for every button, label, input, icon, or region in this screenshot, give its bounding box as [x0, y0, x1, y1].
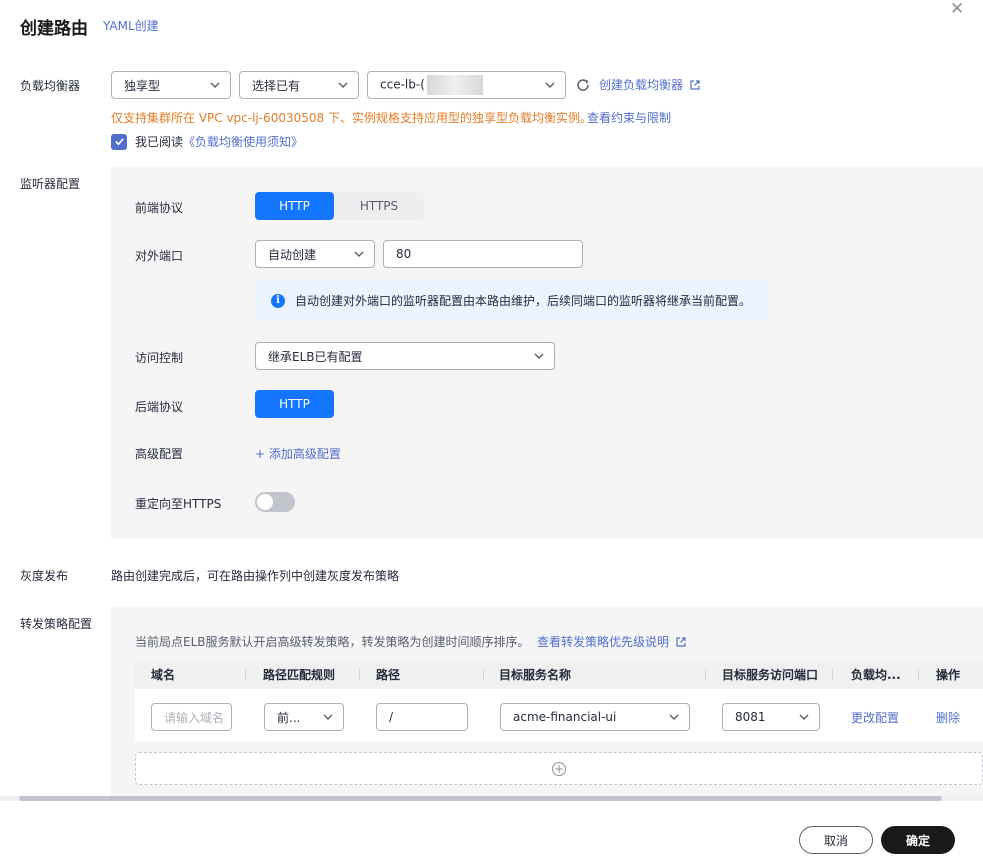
advanced-config-label: 高级配置 [135, 447, 184, 461]
redirect-https-toggle[interactable] [255, 492, 295, 512]
col-lb: 负载均... [851, 668, 901, 682]
frontend-protocol-toggle: HTTP HTTPS [255, 192, 424, 220]
lb-usage-notice-link[interactable]: 《负载均衡使用须知》 [183, 133, 303, 150]
add-advanced-config-link[interactable]: + 添加高级配置 [255, 445, 341, 462]
forwarding-note: 当前局点ELB服务默认开启高级转发策略，转发策略为创建时间顺序排序。 [135, 635, 530, 649]
add-rule-button[interactable]: + [135, 752, 983, 785]
change-config-link[interactable]: 更改配置 [851, 709, 899, 726]
chevron-down-icon [321, 710, 335, 724]
col-service: 目标服务名称 [499, 668, 572, 682]
col-port: 目标服务访问端口 [722, 668, 819, 682]
access-control-value: 继承ELB已有配置 [268, 349, 363, 364]
listener-config-label: 监听器配置 [20, 177, 81, 191]
agree-row: 我已阅读 《负载均衡使用须知》 [111, 133, 303, 150]
col-match-rule: 路径匹配规则 [263, 668, 336, 682]
service-port-value: 8081 [735, 710, 766, 724]
lb-mode-select[interactable]: 选择已有 [239, 71, 359, 99]
priority-link[interactable]: 查看转发策略优先级说明 [537, 633, 687, 651]
access-control-select[interactable]: 继承ELB已有配置 [255, 342, 555, 370]
agree-checkbox[interactable] [111, 133, 127, 150]
page-title: 创建路由 [20, 19, 88, 39]
close-icon[interactable]: ✕ [950, 0, 964, 18]
chevron-down-icon [667, 710, 681, 724]
col-divider [483, 669, 484, 681]
port-mode-select[interactable]: 自动创建 [255, 240, 375, 268]
protocol-https-option[interactable]: HTTPS [334, 192, 424, 220]
port-mode-value: 自动创建 [268, 247, 317, 262]
frontend-protocol-label: 前端协议 [135, 201, 184, 215]
chevron-down-icon [352, 247, 366, 261]
port-info-text: 自动创建对外端口的监听器配置由本路由维护，后续同端口的监听器将继承当前配置。 [295, 294, 752, 308]
domain-input[interactable]: 请输入域名 [151, 703, 232, 731]
port-info-box: i 自动创建对外端口的监听器配置由本路由维护，后续同端口的监听器将继承当前配置。 [255, 280, 769, 321]
col-divider [245, 669, 246, 681]
col-domain: 域名 [151, 668, 176, 682]
port-input[interactable]: 80 [383, 240, 583, 268]
lb-instance-select[interactable]: cce-lb-( [367, 71, 566, 99]
external-link-icon [689, 79, 701, 94]
col-divider [918, 669, 919, 681]
external-port-label: 对外端口 [135, 249, 184, 263]
chevron-down-icon [543, 78, 557, 92]
yaml-create-link[interactable]: YAML创建 [103, 17, 159, 34]
cancel-button[interactable]: 取消 [799, 826, 873, 854]
access-control-label: 访问控制 [135, 351, 184, 365]
match-rule-value: 前... [277, 710, 301, 725]
service-value: acme-financial-ui [513, 710, 617, 724]
col-path: 路径 [376, 668, 401, 682]
backend-protocol-toggle: HTTP [255, 390, 334, 418]
external-link-icon [675, 636, 687, 651]
lb-mode-value: 选择已有 [252, 78, 301, 93]
plus-icon: + [255, 447, 269, 461]
horizontal-scrollbar[interactable] [19, 796, 942, 801]
create-lb-label: 创建负载均衡器 [599, 78, 684, 92]
grayscale-label: 灰度发布 [20, 569, 69, 583]
chevron-down-icon [797, 710, 811, 724]
add-advanced-label: 添加高级配置 [268, 447, 341, 461]
delete-row-link[interactable]: 删除 [936, 709, 960, 726]
redacted-region [426, 75, 483, 95]
refresh-icon[interactable] [575, 77, 591, 93]
col-divider [705, 669, 706, 681]
col-divider [832, 669, 833, 681]
chevron-down-icon [336, 78, 350, 92]
backend-protocol-label: 后端协议 [135, 400, 184, 414]
create-lb-link[interactable]: 创建负载均衡器 [599, 76, 701, 94]
toggle-knob [257, 494, 273, 510]
col-divider [359, 669, 360, 681]
lb-instance-value: cce-lb-( [380, 77, 425, 92]
lb-type-select[interactable]: 独享型 [111, 71, 231, 99]
protocol-http-option[interactable]: HTTP [255, 192, 334, 220]
backend-http-option[interactable]: HTTP [255, 390, 334, 418]
forwarding-label: 转发策略配置 [20, 617, 93, 631]
agree-text: 我已阅读 [135, 135, 184, 149]
service-port-select[interactable]: 8081 [722, 703, 820, 731]
confirm-button[interactable]: 确定 [881, 826, 955, 854]
col-action: 操作 [936, 668, 961, 682]
info-icon: i [271, 293, 285, 308]
service-select[interactable]: acme-financial-ui [500, 703, 690, 731]
priority-link-label: 查看转发策略优先级说明 [537, 635, 670, 649]
path-input[interactable]: / [376, 703, 468, 731]
table-header: 域名 路径匹配规则 路径 目标服务名称 目标服务访问端口 负载均... 操作 [135, 661, 983, 689]
chevron-down-icon [532, 349, 546, 363]
chevron-down-icon [208, 78, 222, 92]
lb-type-value: 独享型 [124, 78, 161, 93]
redirect-https-label: 重定向至HTTPS [135, 497, 222, 511]
grayscale-text: 路由创建完成后，可在路由操作列中创建灰度发布策略 [111, 569, 400, 583]
vpc-warning: 仅支持集群所在 VPC vpc-lj-60030508 下、实例规格支持应用型的… [111, 111, 592, 125]
load-balancer-label: 负载均衡器 [20, 79, 81, 93]
constraints-link[interactable]: 查看约束与限制 [587, 109, 671, 126]
plus-circle-icon: + [552, 761, 566, 776]
match-rule-select[interactable]: 前... [264, 703, 344, 731]
